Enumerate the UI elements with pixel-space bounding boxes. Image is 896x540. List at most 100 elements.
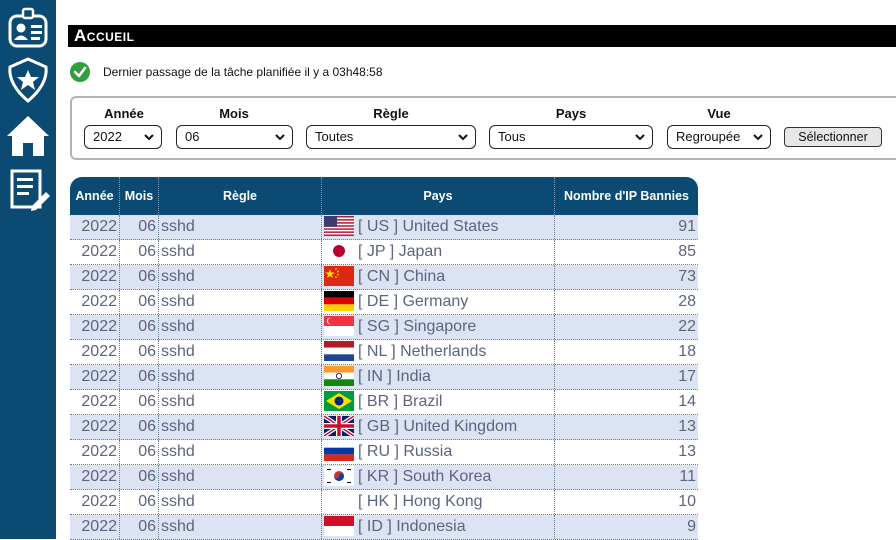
chevron-down-icon xyxy=(144,134,154,141)
main-content: Accueil Dernier passage de la tâche plan… xyxy=(58,0,896,540)
filter-annee-select[interactable]: 2022 xyxy=(84,125,162,149)
cell-annee: 2022 xyxy=(70,365,120,389)
home-icon[interactable] xyxy=(4,112,52,160)
table-row: 2022 06 sshd [ NL ] Netherlands 18 xyxy=(70,340,698,365)
cell-regle: sshd xyxy=(159,515,322,539)
table-header: Année Mois Règle Pays Nombre d'IP Bannie… xyxy=(70,177,698,215)
cell-mois: 06 xyxy=(120,490,159,514)
filter-regle-value: Toutes xyxy=(315,129,354,144)
user-card-icon[interactable] xyxy=(4,4,52,52)
country-name: [ US ] United States xyxy=(358,218,499,235)
cell-annee: 2022 xyxy=(70,515,120,539)
cell-regle: sshd xyxy=(159,440,322,464)
table-row: 2022 06 sshd [ US ] United States 91 xyxy=(70,215,698,240)
cell-mois: 06 xyxy=(120,240,159,264)
chevron-down-icon xyxy=(458,134,468,141)
de-flag-icon xyxy=(324,290,354,311)
jp-flag-icon xyxy=(324,240,354,261)
filter-mois-label: Mois xyxy=(219,106,249,121)
cell-annee: 2022 xyxy=(70,315,120,339)
country-name: [ IN ] India xyxy=(358,368,431,385)
cn-flag-icon xyxy=(324,265,354,286)
cell-regle: sshd xyxy=(159,340,322,364)
filter-mois-value: 06 xyxy=(185,129,200,144)
cell-annee: 2022 xyxy=(70,465,120,489)
blank-flag-icon xyxy=(324,491,354,511)
filter-regle-select[interactable]: Toutes xyxy=(306,125,476,149)
cell-mois: 06 xyxy=(120,265,159,289)
cell-regle: sshd xyxy=(159,390,322,414)
table-row: 2022 06 sshd [ SG ] Singapore 22 xyxy=(70,315,698,340)
cell-pays: [ ID ] Indonesia xyxy=(322,515,555,539)
cell-regle: sshd xyxy=(159,240,322,264)
table-row: 2022 06 sshd [ ID ] Indonesia 9 xyxy=(70,515,698,540)
cell-regle: sshd xyxy=(159,465,322,489)
cell-count: 9 xyxy=(687,518,696,535)
country-name: [ HK ] Hong Kong xyxy=(358,493,483,510)
select-button[interactable]: Sélectionner xyxy=(784,127,882,147)
cell-mois: 06 xyxy=(120,290,159,314)
country-name: [ KR ] South Korea xyxy=(358,468,492,485)
country-name: [ JP ] Japan xyxy=(358,243,443,260)
filter-pays-select[interactable]: Tous xyxy=(489,125,653,149)
table-row: 2022 06 sshd [ BR ] Brazil 14 xyxy=(70,390,698,415)
country-name: [ RU ] Russia xyxy=(358,443,453,460)
cell-count: 85 xyxy=(678,243,696,260)
sidebar xyxy=(0,0,56,539)
country-name: [ SG ] Singapore xyxy=(358,318,477,335)
cell-regle: sshd xyxy=(159,265,322,289)
country-name: [ BR ] Brazil xyxy=(358,393,443,410)
cell-mois: 06 xyxy=(120,365,159,389)
cell-annee: 2022 xyxy=(70,415,120,439)
filter-annee-label: Année xyxy=(104,106,144,121)
cell-count: 22 xyxy=(678,318,696,335)
task-status: Dernier passage de la tâche planifiée il… xyxy=(70,62,383,82)
cell-count: 18 xyxy=(678,343,696,360)
cell-annee: 2022 xyxy=(70,390,120,414)
check-circle-icon xyxy=(70,62,90,82)
cell-annee: 2022 xyxy=(70,290,120,314)
cell-count: 91 xyxy=(678,218,696,235)
cell-count: 13 xyxy=(678,443,696,460)
cell-regle: sshd xyxy=(159,365,322,389)
country-name: [ ID ] Indonesia xyxy=(358,518,466,535)
page-title: Accueil xyxy=(68,25,896,47)
filter-mois-select[interactable]: 06 xyxy=(176,125,293,149)
report-edit-icon[interactable] xyxy=(4,166,52,214)
table-row: 2022 06 sshd [ KR ] South Korea 11 xyxy=(70,465,698,490)
filter-pays-value: Tous xyxy=(498,129,526,144)
table-row: 2022 06 sshd [ CN ] China 73 xyxy=(70,265,698,290)
col-header-pays[interactable]: Pays xyxy=(322,177,555,215)
filter-panel: Année 2022 Mois 06 Règle Toutes Pays Tou… xyxy=(70,96,896,160)
cell-pays: [ BR ] Brazil xyxy=(322,390,555,414)
filter-regle-label: Règle xyxy=(373,106,409,121)
col-header-mois[interactable]: Mois xyxy=(120,177,159,215)
police-badge-icon[interactable] xyxy=(4,56,52,104)
cell-count: 13 xyxy=(678,418,696,435)
nl-flag-icon xyxy=(324,340,354,361)
cell-annee: 2022 xyxy=(70,240,120,264)
sg-flag-icon xyxy=(324,315,354,336)
col-header-annee[interactable]: Année xyxy=(70,177,120,215)
table-row: 2022 06 sshd [ RU ] Russia 13 xyxy=(70,440,698,465)
filter-vue-select[interactable]: Regroupée xyxy=(667,125,771,149)
country-name: [ DE ] Germany xyxy=(358,293,469,310)
cell-mois: 06 xyxy=(120,340,159,364)
col-header-count[interactable]: Nombre d'IP Bannies xyxy=(555,177,698,215)
col-header-regle[interactable]: Règle xyxy=(159,177,322,215)
cell-count: 73 xyxy=(678,268,696,285)
table-row: 2022 06 sshd [ HK ] Hong Kong 10 xyxy=(70,490,698,515)
cell-regle: sshd xyxy=(159,490,322,514)
kr-flag-icon xyxy=(324,465,354,486)
in-flag-icon xyxy=(324,365,354,386)
cell-annee: 2022 xyxy=(70,490,120,514)
cell-annee: 2022 xyxy=(70,440,120,464)
cell-pays: [ DE ] Germany xyxy=(322,290,555,314)
id-flag-icon xyxy=(324,515,354,536)
table-row: 2022 06 sshd [ JP ] Japan 85 xyxy=(70,240,698,265)
chevron-down-icon xyxy=(275,134,285,141)
cell-pays: [ RU ] Russia xyxy=(322,440,555,464)
cell-mois: 06 xyxy=(120,315,159,339)
chevron-down-icon xyxy=(635,134,645,141)
cell-mois: 06 xyxy=(120,515,159,539)
